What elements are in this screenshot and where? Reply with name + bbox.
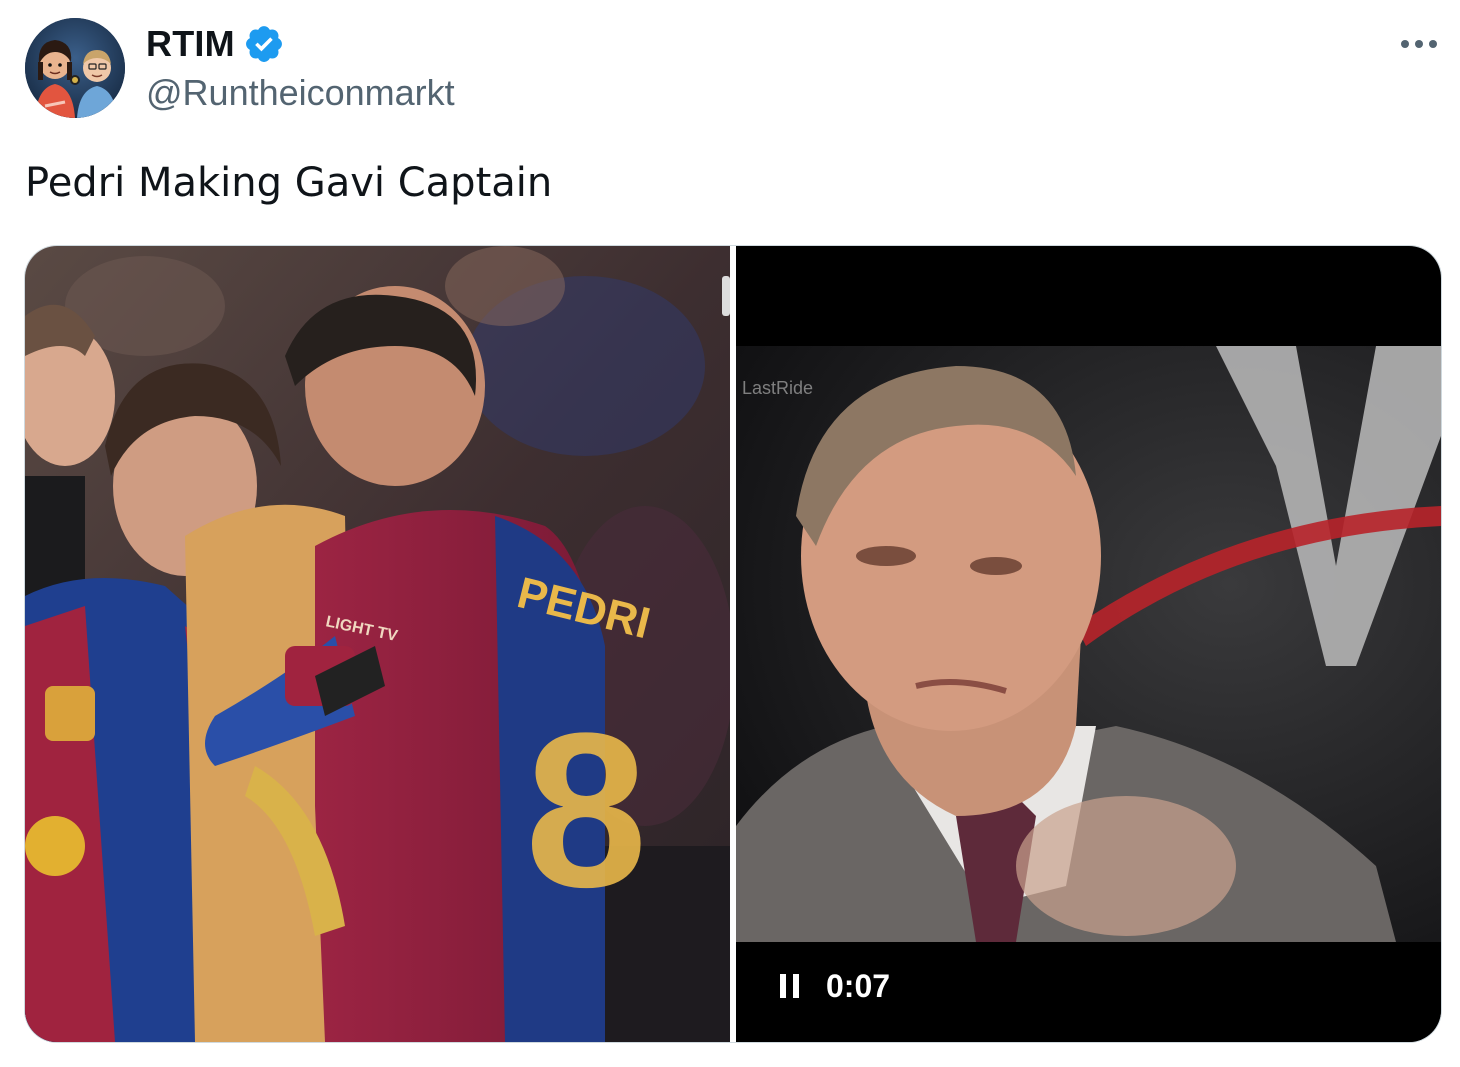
verified-badge-icon [245, 26, 282, 62]
author-display-name[interactable]: RTIM [146, 23, 235, 65]
more-horizontal-icon [1401, 40, 1437, 48]
more-options-button[interactable] [1394, 26, 1444, 62]
video-controls: 0:07 [736, 942, 1441, 1042]
video-timestamp: 0:07 [826, 968, 891, 1004]
video-watermark: LastRide [742, 378, 813, 398]
media-photo-left[interactable]: PEDRI 8 LIGHT TV [25, 246, 730, 1042]
pause-icon [780, 974, 799, 998]
avatar-illustration [25, 18, 125, 118]
football-photo: PEDRI 8 LIGHT TV [25, 246, 730, 1042]
pause-button[interactable] [772, 966, 808, 1006]
avatar[interactable] [25, 18, 125, 118]
jersey-number-text: 8 [525, 687, 647, 933]
author-handle[interactable]: @Runtheiconmarkt [146, 72, 455, 114]
video-frame[interactable]: LastRide [736, 346, 1441, 942]
author-name-row[interactable]: RTIM [146, 22, 285, 66]
video-still: LastRide [736, 346, 1441, 942]
media-video-right[interactable]: LastRide 0:07 [736, 246, 1441, 1042]
tweet-text: Pedri Making Gavi Captain [25, 160, 553, 206]
media-grid: PEDRI 8 LIGHT TV LastRide 0:07 [25, 246, 1441, 1042]
